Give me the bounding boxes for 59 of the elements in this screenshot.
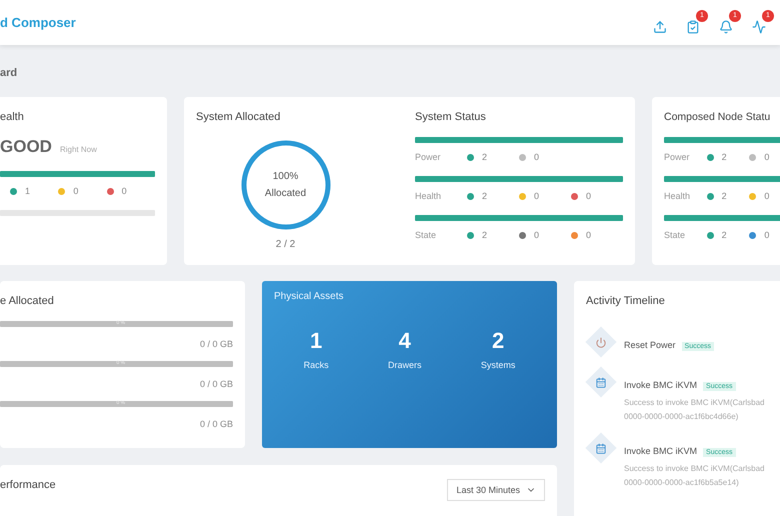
activity-title: Reset Power — [624, 340, 676, 350]
activity-detail: 0000-0000-0000-ac1f6b5a5e14) — [624, 478, 740, 487]
status-label: Health — [664, 191, 692, 201]
activity-detail: 0000-0000-0000-ac1f6bc4d66e) — [624, 412, 740, 421]
status-label: Health — [415, 191, 442, 201]
count: 2 — [722, 152, 727, 162]
count: 0 — [534, 230, 540, 240]
card-title: Activity Timeline — [586, 295, 666, 307]
donut-label: Allocated — [264, 188, 306, 199]
page-title: ard — [0, 66, 18, 81]
asset-label: Systems — [480, 360, 516, 370]
timestamp: Right Now — [60, 145, 97, 154]
card-title: System Status — [415, 111, 487, 123]
usage-amount: 0 / 0 GB — [198, 339, 233, 349]
card-title: System Allocated — [196, 111, 282, 123]
status-label: State — [415, 230, 438, 240]
count: 0 — [122, 186, 127, 196]
activity-detail: Success to invoke BMC iKVM(Carlsbad — [624, 398, 764, 407]
count: 2 — [722, 230, 727, 240]
status-label: Power — [415, 152, 442, 162]
count: 0 — [764, 230, 770, 240]
count: 2 — [482, 230, 488, 240]
count: 0 — [73, 186, 78, 196]
card-title: ealth — [0, 111, 25, 123]
card-title: e Allocated — [0, 295, 55, 307]
count: 0 — [586, 191, 592, 201]
time-range-select[interactable]: Last 30 Minutes — [447, 479, 545, 501]
percent: 100% — [272, 171, 300, 182]
asset-label: Drawers — [388, 360, 422, 370]
status-label: Power — [664, 152, 691, 162]
clipboard-check-icon — [686, 20, 700, 34]
asset-count: 2 — [490, 328, 506, 354]
card-title: erformance — [0, 479, 56, 491]
app-title: d Composer — [0, 15, 76, 30]
activity-title: Invoke BMC iKVM — [624, 446, 698, 456]
count: 0 — [534, 152, 540, 162]
count: 0 — [764, 152, 770, 162]
card-title: Composed Node Statu — [664, 111, 772, 123]
usage-amount: 0 / 0 GB — [198, 379, 233, 389]
asset-count: 4 — [398, 328, 412, 354]
count: 2 — [482, 152, 488, 162]
activity-title: Invoke BMC iKVM — [624, 380, 698, 390]
asset-count: 1 — [309, 328, 324, 354]
count: 0 — [534, 191, 540, 201]
card-title: Physical Assets — [274, 291, 344, 302]
upload-icon — [653, 20, 667, 34]
count: 0 — [764, 191, 770, 201]
count: 1 — [25, 186, 30, 196]
pulse-icon — [752, 20, 766, 34]
ratio: 2 / 2 — [276, 239, 296, 250]
activity-detail: Success to invoke BMC iKVM(Carlsbad — [624, 464, 764, 473]
health-status: GOOD — [0, 137, 52, 157]
count: 2 — [482, 191, 488, 201]
count: 2 — [722, 191, 727, 201]
bell-icon — [719, 20, 733, 34]
usage-amount: 0 / 0 GB — [198, 419, 233, 429]
asset-label: Racks — [304, 360, 329, 370]
count: 0 — [586, 230, 592, 240]
status-label: State — [664, 230, 686, 240]
